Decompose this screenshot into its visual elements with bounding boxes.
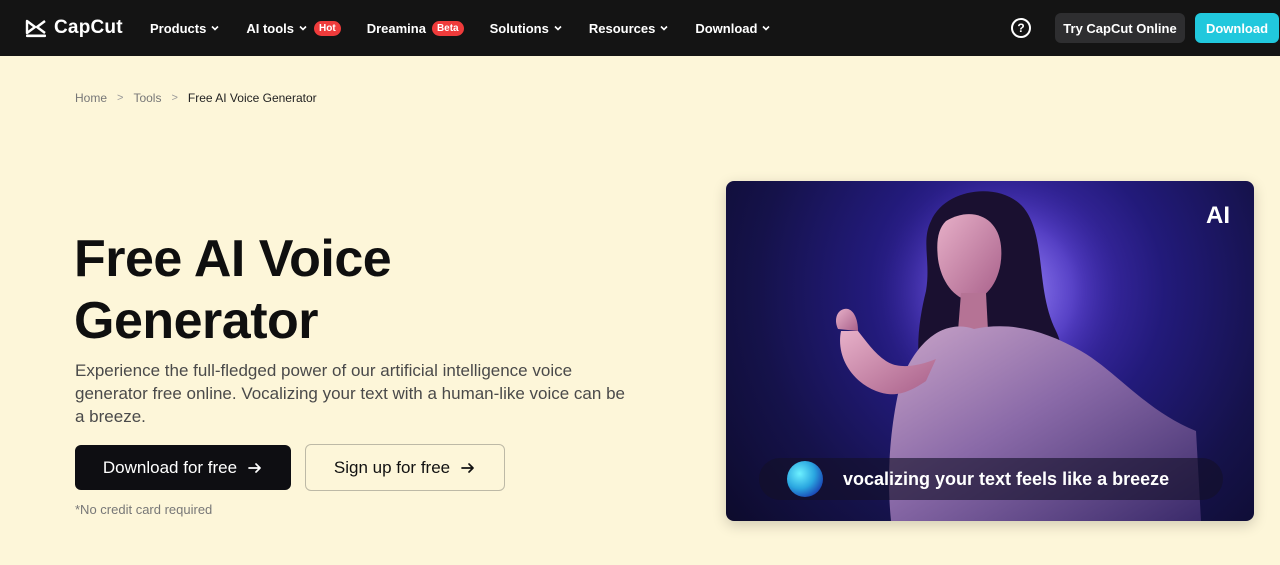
ai-tag: AI xyxy=(1206,202,1230,229)
nav-item-label: AI tools xyxy=(246,20,295,36)
sign-up-for-free-label: Sign up for free xyxy=(333,457,451,477)
nav-item-dreamina[interactable]: Dreamina Beta xyxy=(366,20,464,36)
download-for-free-button[interactable]: Download for free xyxy=(75,445,291,490)
nav-download-button[interactable]: Download xyxy=(1195,13,1279,43)
nav-item-label: Download xyxy=(695,20,758,36)
question-circle-icon[interactable]: ? xyxy=(1011,18,1031,38)
arrow-right-icon xyxy=(248,462,261,473)
chevron-down-icon xyxy=(299,25,307,31)
page-title: Free AI Voice Generator xyxy=(74,228,594,352)
arrow-right-icon xyxy=(461,462,474,473)
nav-item-label: Products xyxy=(150,20,207,36)
sign-up-for-free-button[interactable]: Sign up for free xyxy=(305,444,505,491)
page-title-line2: Generator xyxy=(74,292,319,350)
caption-text: vocalizing your text feels like a breeze xyxy=(843,468,1170,489)
chevron-down-icon xyxy=(660,25,668,31)
breadcrumb: Home > Tools > Free AI Voice Generator xyxy=(75,91,317,105)
breadcrumb-separator: > xyxy=(117,92,124,104)
download-for-free-label: Download for free xyxy=(102,457,238,477)
nav-item-resources[interactable]: Resources xyxy=(589,21,669,36)
page-title-line1: Free AI Voice xyxy=(74,230,392,288)
chevron-down-icon xyxy=(211,25,219,31)
top-nav: CapCut Products AI tools Hot Dreamina Be… xyxy=(0,0,1280,56)
nav-item-label: Dreamina xyxy=(366,20,426,36)
capcut-logo[interactable]: CapCut xyxy=(24,14,123,42)
brand-name: CapCut xyxy=(54,17,123,38)
hot-badge: Hot xyxy=(314,20,341,36)
chevron-down-icon xyxy=(554,25,562,31)
nav-item-label: Resources xyxy=(588,20,656,36)
breadcrumb-home[interactable]: Home xyxy=(75,91,107,105)
nav-item-solutions[interactable]: Solutions xyxy=(490,21,563,36)
breadcrumb-separator: > xyxy=(171,92,178,104)
breadcrumb-current: Free AI Voice Generator xyxy=(187,91,317,105)
caption-bar: vocalizing your text feels like a breeze xyxy=(759,458,1223,500)
nav-item-ai-tools[interactable]: AI tools Hot xyxy=(246,20,341,36)
capcut-logo-icon xyxy=(25,19,46,38)
breadcrumb-tools[interactable]: Tools xyxy=(133,91,161,105)
hero-description: Experience the full-fledged power of our… xyxy=(75,361,625,426)
hero-video-preview[interactable]: AI vocalizing your text feels like a bre… xyxy=(726,181,1254,521)
voice-orb-icon xyxy=(787,461,823,497)
no-credit-card-note: *No credit card required xyxy=(75,502,213,517)
nav-item-products[interactable]: Products xyxy=(150,21,220,36)
nav-item-download[interactable]: Download xyxy=(695,21,771,36)
try-capcut-online-button[interactable]: Try CapCut Online xyxy=(1055,13,1185,43)
beta-badge: Beta xyxy=(431,20,464,36)
chevron-down-icon xyxy=(762,25,771,31)
nav-menu: Products AI tools Hot Dreamina Beta Solu… xyxy=(150,0,797,56)
nav-item-label: Solutions xyxy=(489,20,549,36)
